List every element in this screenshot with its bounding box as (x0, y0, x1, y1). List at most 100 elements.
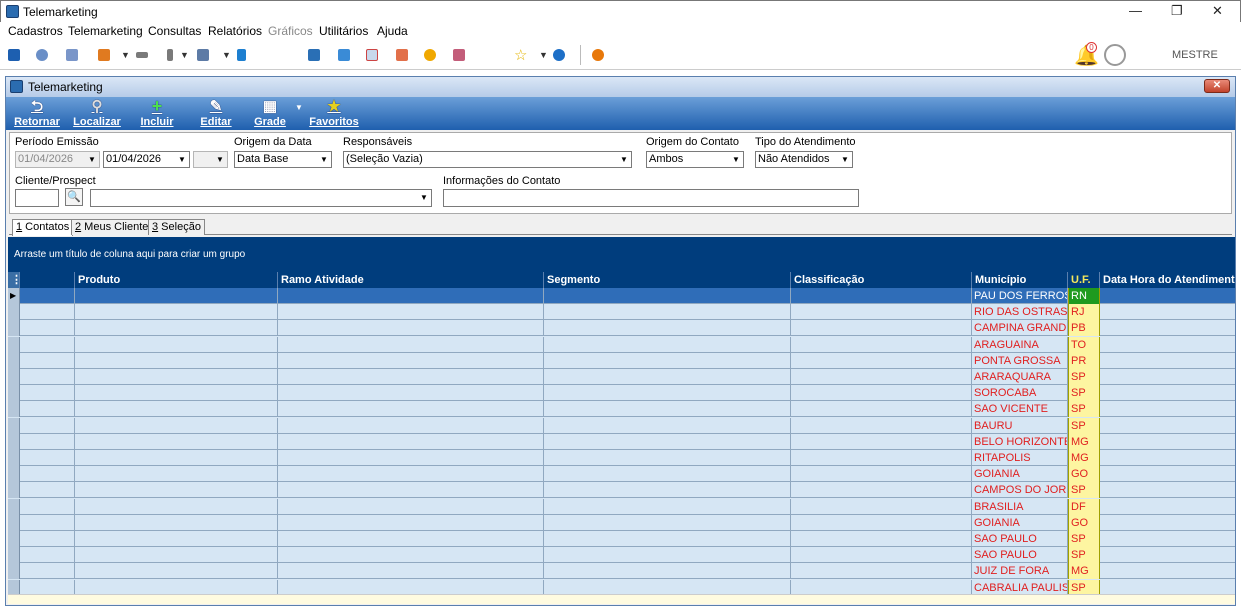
row-indicator[interactable] (8, 547, 20, 564)
table-row[interactable]: GOIANIA GO (8, 466, 1235, 483)
table-cell[interactable] (20, 433, 75, 450)
table-row[interactable]: PONTA GROSSA PR (8, 352, 1235, 369)
cell-data-hora[interactable] (1100, 320, 1235, 336)
table-cell[interactable] (791, 336, 972, 353)
cell-data-hora[interactable] (1100, 466, 1235, 482)
database-icon[interactable] (8, 49, 20, 61)
row-indicator[interactable] (8, 433, 20, 450)
editar-button[interactable]: ✎ Editar (198, 98, 234, 129)
table-cell[interactable] (75, 563, 278, 580)
cell-uf[interactable]: SP (1068, 369, 1100, 385)
user-name[interactable]: MESTRE (1172, 49, 1218, 61)
cell-municipio[interactable]: ARAGUAINA (972, 336, 1068, 353)
table-cell[interactable] (278, 579, 544, 594)
funnel-icon[interactable] (136, 52, 148, 58)
table-cell[interactable] (20, 579, 75, 594)
cell-data-hora[interactable] (1100, 499, 1235, 515)
spreadsheet-icon[interactable] (308, 49, 320, 61)
table-cell[interactable] (20, 563, 75, 580)
table-cell[interactable] (20, 514, 75, 531)
periodo-extra-field[interactable]: ▼ (193, 151, 228, 168)
col-ramo-atividade[interactable]: Ramo Atividade (278, 272, 544, 288)
calendar-icon[interactable] (366, 49, 378, 61)
cell-uf[interactable]: RN (1068, 288, 1100, 304)
table-cell[interactable] (791, 352, 972, 369)
table-row[interactable]: ARARAQUARA SP (8, 369, 1235, 385)
table-cell[interactable] (75, 482, 278, 499)
cell-uf[interactable]: SP (1068, 417, 1100, 434)
cell-data-hora[interactable] (1100, 531, 1235, 547)
table-cell[interactable] (75, 547, 278, 564)
cell-uf[interactable]: PB (1068, 320, 1100, 337)
row-indicator[interactable] (8, 498, 20, 515)
table-cell[interactable] (75, 320, 278, 337)
cell-uf[interactable]: TO (1068, 336, 1100, 353)
cell-data-hora[interactable] (1100, 580, 1235, 594)
table-cell[interactable] (278, 547, 544, 564)
printer-icon[interactable] (197, 49, 209, 61)
col-produto[interactable]: Produto (75, 272, 278, 288)
table-cell[interactable] (791, 385, 972, 402)
calendar-alert-icon[interactable] (396, 49, 408, 61)
row-indicator[interactable] (8, 304, 20, 321)
table-cell[interactable] (791, 579, 972, 594)
table-cell[interactable] (75, 385, 278, 402)
table-cell[interactable] (791, 563, 972, 580)
table-cell[interactable] (278, 385, 544, 402)
table-cell[interactable] (75, 352, 278, 369)
table-row[interactable]: CAMPOS DO JORDAOSP (8, 482, 1235, 499)
table-cell[interactable] (20, 320, 75, 337)
row-indicator[interactable] (8, 401, 20, 418)
row-indicator[interactable] (8, 563, 20, 580)
origem-data-select[interactable]: Data Base ▼ (234, 151, 332, 168)
cell-municipio[interactable]: PAU DOS FERROS (972, 288, 1068, 304)
row-indicator[interactable] (8, 417, 20, 434)
table-row[interactable]: BAURU SP (8, 417, 1235, 434)
cell-municipio[interactable]: RIO DAS OSTRAS (972, 304, 1068, 321)
row-indicator[interactable] (8, 385, 20, 402)
menu-graficos[interactable]: Gráficos (268, 24, 313, 38)
table-cell[interactable] (791, 304, 972, 321)
cell-data-hora[interactable] (1100, 482, 1235, 498)
table-cell[interactable] (278, 320, 544, 337)
table-cell[interactable] (544, 401, 791, 418)
row-indicator[interactable] (8, 514, 20, 531)
cell-municipio[interactable]: GOIANIA (972, 466, 1068, 483)
cell-uf[interactable]: MG (1068, 563, 1100, 580)
table-row[interactable]: BELO HORIZONTE MG (8, 433, 1235, 450)
table-cell[interactable] (544, 304, 791, 321)
cell-uf[interactable]: GO (1068, 466, 1100, 483)
cell-municipio[interactable]: JUIZ DE FORA (972, 563, 1068, 580)
table-cell[interactable] (75, 288, 278, 304)
cell-data-hora[interactable] (1100, 401, 1235, 417)
incluir-button[interactable]: + Incluir (137, 97, 177, 129)
info-contato-field[interactable] (443, 189, 859, 207)
menu-consultas[interactable]: Consultas (148, 24, 201, 38)
cell-data-hora[interactable] (1100, 337, 1235, 353)
row-indicator[interactable] (8, 531, 20, 547)
hierarchy-icon[interactable] (98, 49, 110, 61)
cell-uf[interactable]: SP (1068, 385, 1100, 402)
cliente-name-select[interactable]: ▼ (90, 189, 432, 207)
row-indicator[interactable] (8, 579, 20, 594)
search-icon[interactable]: 🔍 (65, 188, 83, 206)
table-cell[interactable] (791, 288, 972, 304)
table-cell[interactable] (791, 320, 972, 337)
table-cell[interactable] (278, 304, 544, 321)
table-cell[interactable] (544, 385, 791, 402)
table-cell[interactable] (75, 579, 278, 594)
table-cell[interactable] (20, 531, 75, 547)
cell-municipio[interactable]: SAO PAULO (972, 531, 1068, 547)
report-icon[interactable] (453, 49, 465, 61)
responsaveis-select[interactable]: (Seleção Vazia) ▼ (343, 151, 632, 168)
row-indicator[interactable] (8, 320, 20, 337)
table-cell[interactable] (75, 401, 278, 418)
cell-data-hora[interactable] (1100, 304, 1235, 320)
tipo-atendimento-select[interactable]: Não Atendidos ▼ (755, 151, 853, 168)
tab-meus-clientes[interactable]: 2 Meus Clientes (71, 219, 158, 235)
table-cell[interactable] (791, 450, 972, 466)
cell-uf[interactable]: SP (1068, 401, 1100, 418)
row-indicator[interactable]: ▶ (8, 288, 20, 304)
table-cell[interactable] (544, 498, 791, 515)
cell-uf[interactable]: RJ (1068, 304, 1100, 321)
